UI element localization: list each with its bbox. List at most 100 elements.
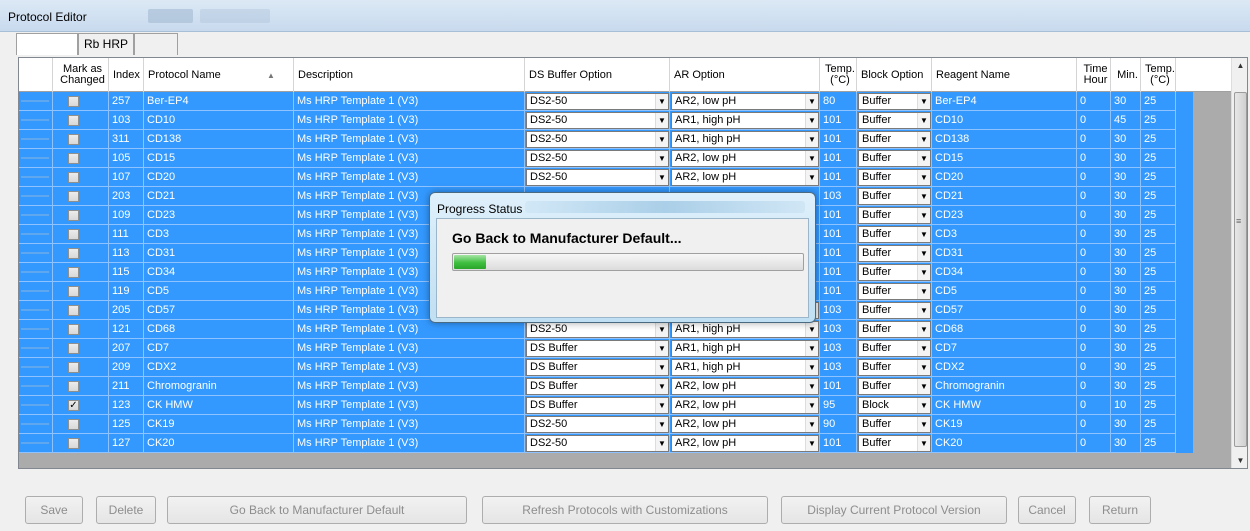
chevron-down-icon[interactable]: ▼: [917, 113, 930, 128]
row-header[interactable]: [19, 149, 53, 168]
cell-reagent-name[interactable]: Chromogranin: [932, 377, 1077, 396]
row-header[interactable]: [19, 130, 53, 149]
cell-min[interactable]: 30: [1111, 339, 1141, 358]
cell-temp[interactable]: 80: [820, 92, 857, 111]
mark-changed-checkbox[interactable]: [68, 324, 79, 335]
cell-min[interactable]: 10: [1111, 396, 1141, 415]
cell-protocol-name[interactable]: Chromogranin: [144, 377, 294, 396]
table-row[interactable]: 209 CDX2 Ms HRP Template 1 (V3) 103 CDX2 0 30 2…: [19, 358, 1193, 377]
cell-temp2[interactable]: 25: [1141, 415, 1176, 434]
ar-option-select[interactable]: AR2, low pH ▼: [671, 93, 819, 110]
tab-rb-hrp[interactable]: Rb HRP: [78, 33, 134, 55]
chevron-down-icon[interactable]: ▼: [917, 246, 930, 261]
cell-reagent-name[interactable]: CD138: [932, 130, 1077, 149]
cell-time-hour[interactable]: 0: [1077, 187, 1111, 206]
row-header[interactable]: [19, 225, 53, 244]
cell-temp2[interactable]: 25: [1141, 434, 1176, 453]
cell-temp2[interactable]: 25: [1141, 301, 1176, 320]
cell-min[interactable]: 30: [1111, 320, 1141, 339]
cell-reagent-name[interactable]: CD68: [932, 320, 1077, 339]
cell-index[interactable]: 125: [109, 415, 144, 434]
cell-index[interactable]: 113: [109, 244, 144, 263]
block-option-select[interactable]: Buffer ▼: [858, 283, 931, 300]
chevron-down-icon[interactable]: ▼: [805, 436, 818, 451]
cell-index[interactable]: 111: [109, 225, 144, 244]
chevron-down-icon[interactable]: ▼: [655, 132, 668, 147]
cell-description[interactable]: Ms HRP Template 1 (V3): [294, 377, 525, 396]
scroll-down-icon[interactable]: ▼: [1232, 453, 1247, 468]
cell-min[interactable]: 30: [1111, 130, 1141, 149]
go-back-to-default-button[interactable]: Go Back to Manufacturer Default: [167, 496, 467, 524]
cell-min[interactable]: 30: [1111, 168, 1141, 187]
header-temp[interactable]: Temp. (°C): [820, 58, 857, 92]
table-row[interactable]: 105 CD15 Ms HRP Template 1 (V3) 101 CD15 0 30 2…: [19, 149, 1193, 168]
block-option-select[interactable]: Buffer ▼: [858, 188, 931, 205]
cell-protocol-name[interactable]: CK20: [144, 434, 294, 453]
cell-description[interactable]: Ms HRP Template 1 (V3): [294, 149, 525, 168]
cell-temp2[interactable]: 25: [1141, 168, 1176, 187]
table-row[interactable]: 311 CD138 Ms HRP Template 1 (V3) 101 CD138 0 3…: [19, 130, 1193, 149]
row-header[interactable]: [19, 206, 53, 225]
chevron-down-icon[interactable]: ▼: [655, 360, 668, 375]
cell-reagent-name[interactable]: CK20: [932, 434, 1077, 453]
cell-time-hour[interactable]: 0: [1077, 168, 1111, 187]
table-row[interactable]: 207 CD7 Ms HRP Template 1 (V3) 103 CD7 0 30 25 D…: [19, 339, 1193, 358]
chevron-down-icon[interactable]: ▼: [805, 322, 818, 337]
block-option-select[interactable]: Buffer ▼: [858, 226, 931, 243]
block-option-select[interactable]: Buffer ▼: [858, 169, 931, 186]
block-option-select[interactable]: Block ▼: [858, 397, 931, 414]
chevron-down-icon[interactable]: ▼: [655, 436, 668, 451]
mark-changed-checkbox[interactable]: [68, 438, 79, 449]
save-button[interactable]: Save: [25, 496, 83, 524]
mark-changed-checkbox[interactable]: [68, 343, 79, 354]
block-option-select[interactable]: Buffer ▼: [858, 321, 931, 338]
cell-temp2[interactable]: 25: [1141, 187, 1176, 206]
table-row[interactable]: 103 CD10 Ms HRP Template 1 (V3) 101 CD10 0 45 2…: [19, 111, 1193, 130]
ar-option-select[interactable]: AR2, low pH ▼: [671, 435, 819, 452]
cell-temp2[interactable]: 25: [1141, 282, 1176, 301]
mark-changed-checkbox[interactable]: [68, 134, 79, 145]
cell-min[interactable]: 30: [1111, 244, 1141, 263]
cell-temp[interactable]: 101: [820, 111, 857, 130]
ds-buffer-select[interactable]: DS2-50 ▼: [526, 150, 669, 167]
return-button[interactable]: Return: [1089, 496, 1151, 524]
cell-description[interactable]: Ms HRP Template 1 (V3): [294, 339, 525, 358]
cell-time-hour[interactable]: 0: [1077, 339, 1111, 358]
ds-buffer-select[interactable]: DS Buffer ▼: [526, 359, 669, 376]
ar-option-select[interactable]: AR1, high pH ▼: [671, 340, 819, 357]
cell-min[interactable]: 30: [1111, 282, 1141, 301]
tab-blank[interactable]: [134, 33, 178, 55]
cell-temp[interactable]: 95: [820, 396, 857, 415]
ds-buffer-select[interactable]: DS2-50 ▼: [526, 93, 669, 110]
cell-temp[interactable]: 101: [820, 434, 857, 453]
row-header[interactable]: [19, 92, 53, 111]
row-header[interactable]: [19, 168, 53, 187]
cell-description[interactable]: Ms HRP Template 1 (V3): [294, 92, 525, 111]
cell-min[interactable]: 30: [1111, 434, 1141, 453]
table-row[interactable]: 107 CD20 Ms HRP Template 1 (V3) 101 CD20 0 30 2…: [19, 168, 1193, 187]
row-header[interactable]: [19, 244, 53, 263]
cell-protocol-name[interactable]: CD21: [144, 187, 294, 206]
ar-option-select[interactable]: AR2, low pH ▼: [671, 416, 819, 433]
cell-protocol-name[interactable]: CD20: [144, 168, 294, 187]
cell-min[interactable]: 30: [1111, 358, 1141, 377]
row-header[interactable]: [19, 434, 53, 453]
block-option-select[interactable]: Buffer ▼: [858, 378, 931, 395]
chevron-down-icon[interactable]: ▼: [655, 94, 668, 109]
cell-time-hour[interactable]: 0: [1077, 377, 1111, 396]
cell-temp[interactable]: 103: [820, 187, 857, 206]
cell-min[interactable]: 30: [1111, 206, 1141, 225]
cell-reagent-name[interactable]: Ber-EP4: [932, 92, 1077, 111]
cell-protocol-name[interactable]: CK HMW: [144, 396, 294, 415]
cell-time-hour[interactable]: 0: [1077, 396, 1111, 415]
cell-min[interactable]: 30: [1111, 149, 1141, 168]
block-option-select[interactable]: Buffer ▼: [858, 207, 931, 224]
cell-index[interactable]: 127: [109, 434, 144, 453]
mark-changed-checkbox[interactable]: [68, 153, 79, 164]
cell-time-hour[interactable]: 0: [1077, 263, 1111, 282]
cell-temp2[interactable]: 25: [1141, 339, 1176, 358]
row-header[interactable]: [19, 339, 53, 358]
block-option-select[interactable]: Buffer ▼: [858, 302, 931, 319]
cell-reagent-name[interactable]: CD34: [932, 263, 1077, 282]
cell-protocol-name[interactable]: CD23: [144, 206, 294, 225]
